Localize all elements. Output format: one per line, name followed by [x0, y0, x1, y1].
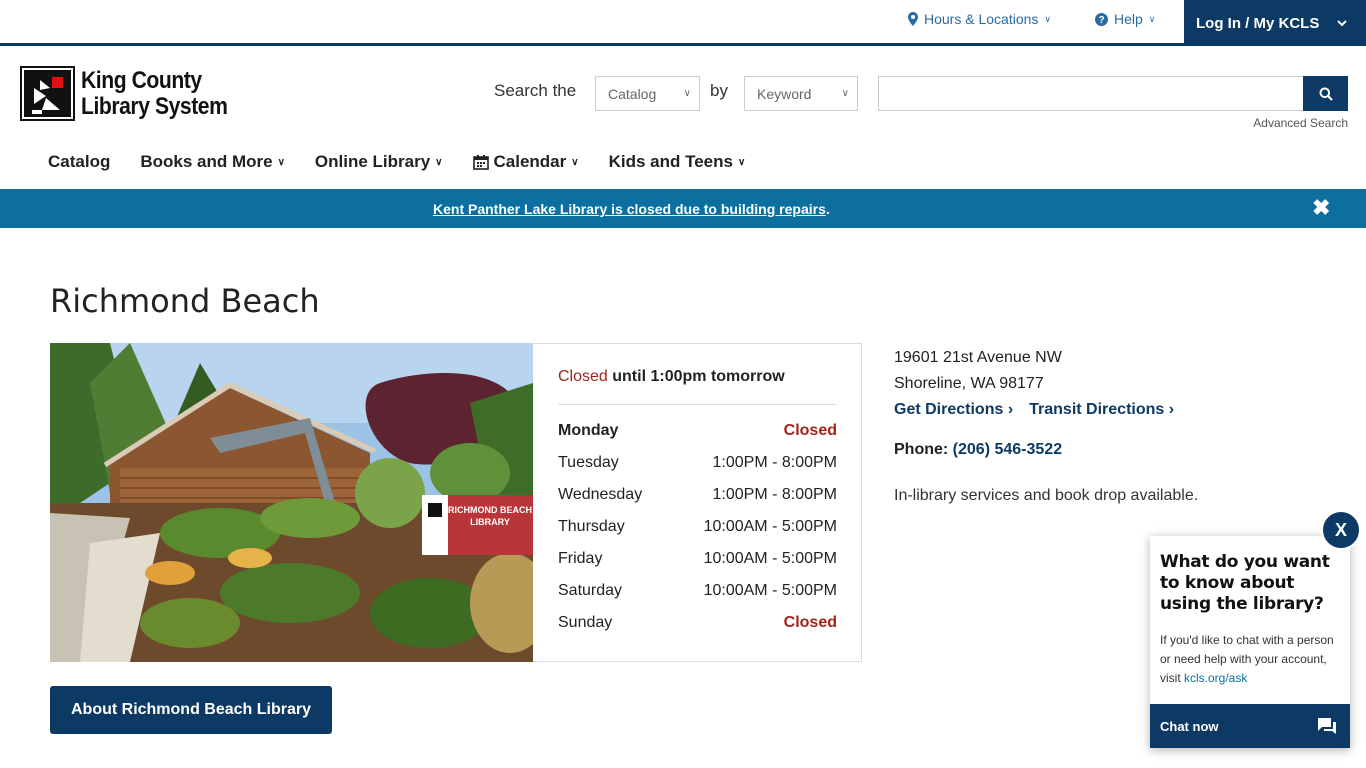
login-button[interactable]: Log In / My KCLS: [1184, 0, 1366, 46]
login-label: Log In / My KCLS: [1196, 14, 1320, 32]
transit-directions-link[interactable]: Transit Directions ›: [1029, 401, 1174, 419]
search-by-label: by: [710, 81, 728, 100]
chevron-down-icon: ∨: [435, 156, 443, 168]
hours-locations-label: Hours & Locations: [924, 11, 1039, 27]
chat-body: If you'd like to chat with a person or n…: [1150, 615, 1350, 688]
get-directions-link[interactable]: Get Directions ›: [894, 401, 1013, 419]
chevron-down-icon: ∨: [1148, 13, 1156, 24]
alert-banner: Kent Panther Lake Library is closed due …: [0, 189, 1366, 228]
status-closed: Closed: [558, 368, 608, 385]
chat-close-button[interactable]: X: [1321, 510, 1361, 550]
nav-kids-label: Kids and Teens: [608, 152, 733, 171]
library-photo: RICHMOND BEACH LIBRARY: [50, 343, 533, 662]
hours-table: Monday Closed Tuesday 1:00PM - 8:00PM Wedn…: [558, 422, 837, 646]
chevron-down-icon: ∨: [841, 88, 849, 99]
sign-line1: RICHMOND BEACH: [448, 505, 532, 515]
search-scope-value: Catalog: [608, 85, 657, 102]
directions-links: Get Directions › Transit Directions ›: [894, 401, 1174, 419]
hours-row-wednesday: Wednesday 1:00PM - 8:00PM: [558, 486, 837, 503]
chat-now-button[interactable]: Chat now: [1150, 704, 1350, 748]
advanced-search-link[interactable]: Advanced Search: [1253, 116, 1348, 130]
alert-suffix: .: [826, 201, 830, 217]
services-note: In-library services and book drop availa…: [894, 487, 1199, 504]
search-button[interactable]: [1303, 76, 1348, 111]
nav-kids-and-teens[interactable]: Kids and Teens ∨: [609, 152, 746, 172]
map-pin-icon: [908, 12, 918, 26]
main-nav: Catalog Books and More ∨ Online Library ∨ …: [48, 152, 745, 172]
kcls-logo[interactable]: King County Library System: [20, 66, 247, 121]
hours-row-sunday: Sunday Closed: [558, 614, 837, 631]
search-input[interactable]: [878, 76, 1304, 111]
open-status: Closed until 1:00pm tomorrow: [558, 368, 837, 405]
hours-card: Closed until 1:00pm tomorrow Monday Close…: [533, 343, 862, 662]
chat-widget: What do you want to know about using the…: [1150, 536, 1350, 748]
nav-catalog[interactable]: Catalog: [48, 152, 110, 172]
nav-catalog-label: Catalog: [48, 152, 111, 171]
phone-label: Phone:: [894, 441, 949, 458]
chevron-down-icon: ∨: [277, 156, 285, 168]
search-label: Search the: [494, 81, 577, 100]
hours-row-thursday: Thursday 10:00AM - 5:00PM: [558, 518, 837, 535]
nav-calendar[interactable]: Calendar ∨: [472, 152, 579, 172]
search-type-value: Keyword: [757, 85, 812, 102]
phone: Phone: (206) 546-3522: [894, 441, 1062, 459]
alert-link[interactable]: Kent Panther Lake Library is closed due …: [433, 201, 826, 217]
question-icon: ?: [1095, 12, 1108, 26]
search-type-select[interactable]: Keyword ∨: [744, 76, 858, 111]
nav-books-label: Books and More: [140, 152, 273, 171]
chat-question: What do you want to know about using the…: [1160, 552, 1330, 614]
chevron-down-icon: ∨: [683, 88, 691, 99]
nav-books-and-more[interactable]: Books and More ∨: [140, 152, 285, 172]
about-library-button[interactable]: About Richmond Beach Library: [50, 686, 332, 734]
svg-text:?: ?: [1098, 15, 1104, 26]
chat-now-label: Chat now: [1160, 718, 1219, 734]
kcls-logo-mark: [20, 66, 75, 121]
nav-online-library[interactable]: Online Library ∨: [315, 152, 443, 172]
utility-bar: Hours & Locations ∨ ? Help ∨ Log In / My…: [0, 0, 1366, 46]
help-link[interactable]: ? Help ∨: [1095, 11, 1155, 27]
search-scope-select[interactable]: Catalog ∨: [595, 76, 700, 111]
hours-row-saturday: Saturday 10:00AM - 5:00PM: [558, 582, 837, 599]
address: 19601 21st Avenue NW Shoreline, WA 98177: [894, 345, 1062, 397]
chevron-right-icon: ›: [1007, 401, 1014, 418]
hours-row-monday: Monday Closed: [558, 422, 837, 439]
help-label: Help: [1114, 11, 1143, 27]
sign-line2: LIBRARY: [470, 517, 510, 527]
phone-link[interactable]: (206) 546-3522: [953, 441, 1062, 458]
page-title: Richmond Beach: [50, 282, 320, 320]
close-icon[interactable]: ✖: [1312, 195, 1330, 221]
hours-row-friday: Friday 10:00AM - 5:00PM: [558, 550, 837, 567]
kcls-logo-text: King County Library System: [81, 66, 228, 120]
chat-bubble-icon: [1318, 718, 1336, 734]
chat-ask-link[interactable]: kcls.org/ask: [1184, 671, 1247, 685]
address-city: Shoreline, WA 98177: [894, 375, 1044, 392]
calendar-icon: [472, 155, 489, 170]
hours-row-tuesday: Tuesday 1:00PM - 8:00PM: [558, 454, 837, 471]
search-icon: [1319, 87, 1333, 101]
chevron-down-icon: ∨: [1044, 13, 1051, 24]
address-street: 19601 21st Avenue NW: [894, 349, 1062, 366]
chevron-down-icon: [1337, 19, 1348, 26]
chevron-down-icon: ∨: [571, 156, 579, 168]
status-detail: until 1:00pm tomorrow: [607, 368, 785, 385]
hours-locations-link[interactable]: Hours & Locations ∨: [908, 11, 1051, 27]
chevron-down-icon: ∨: [737, 156, 746, 168]
chevron-right-icon: ›: [1168, 401, 1175, 418]
nav-online-label: Online Library: [314, 152, 431, 171]
nav-calendar-label: Calendar: [493, 152, 567, 171]
